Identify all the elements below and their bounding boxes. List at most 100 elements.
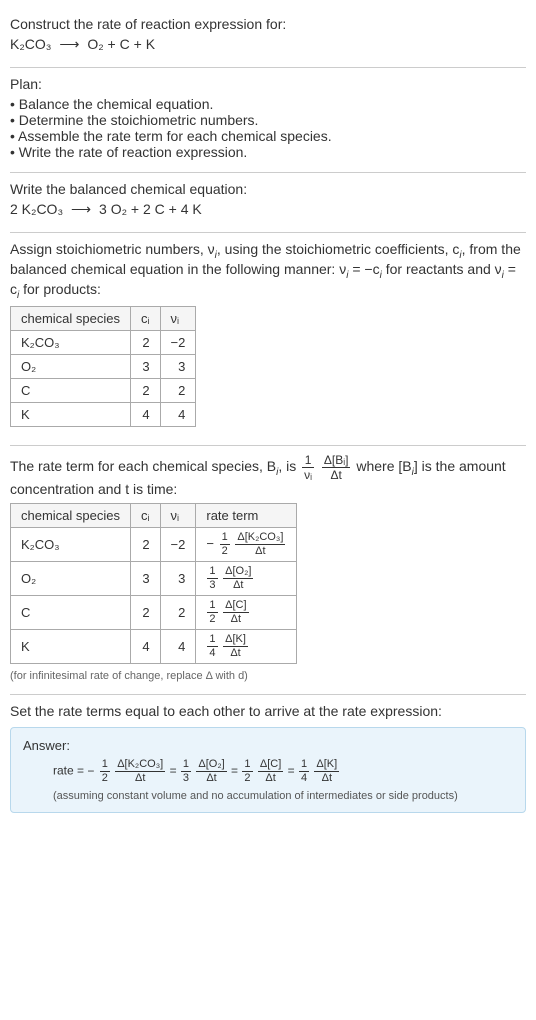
arrow-icon: ⟶ — [71, 201, 91, 218]
cell-c: 2 — [131, 596, 161, 630]
cell-c: 2 — [131, 379, 161, 403]
frac-bot: Δt — [258, 772, 283, 784]
cell-nu: 3 — [160, 562, 196, 596]
frac-top: 1 — [207, 634, 217, 647]
text: The rate term for each chemical species,… — [10, 459, 276, 475]
frac-bot: Δt — [322, 468, 351, 481]
table-row: K 4 4 — [11, 403, 196, 427]
text: Assign stoichiometric numbers, ν — [10, 241, 215, 257]
equals: = — [288, 764, 298, 778]
cell-rate-term: − 12 Δ[K₂CO₃]Δt — [196, 528, 297, 562]
frac-top: 1 — [207, 566, 217, 579]
cell-species: C — [11, 379, 131, 403]
text: where [B — [356, 459, 411, 475]
frac-top: 1 — [302, 454, 314, 468]
cell-species: K — [11, 630, 131, 664]
cell-nu: 2 — [160, 596, 196, 630]
cell-nu: 2 — [160, 379, 196, 403]
col-nu: νᵢ — [160, 504, 196, 528]
plan-step: Determine the stoichiometric numbers. — [10, 112, 526, 128]
col-c: cᵢ — [131, 504, 161, 528]
fraction: 13 — [207, 566, 217, 591]
frac-bot: 2 — [100, 772, 110, 784]
col-c: cᵢ — [131, 307, 161, 331]
fraction: Δ[O₂]Δt — [223, 566, 253, 591]
neg-sign: − — [87, 764, 94, 778]
frac-bot: νᵢ — [302, 468, 314, 481]
text: for reactants and ν — [382, 261, 502, 277]
frac-bot: 2 — [242, 772, 252, 784]
frac-top: 1 — [207, 600, 217, 613]
frac-bot: 3 — [207, 579, 217, 591]
fraction: 13 — [181, 759, 191, 784]
fraction: 12 — [207, 600, 217, 625]
cell-c: 4 — [131, 403, 161, 427]
fraction: 14 — [207, 634, 217, 659]
frac-bot: Δt — [314, 772, 339, 784]
cell-c: 3 — [131, 562, 161, 596]
frac-bot: 4 — [299, 772, 309, 784]
prompt-section: Construct the rate of reaction expressio… — [10, 8, 526, 68]
table-row: O₂ 3 3 13 Δ[O₂]Δt — [11, 562, 297, 596]
frac-top: Δ[K₂CO₃] — [235, 532, 285, 545]
assumption-note: (assuming constant volume and no accumul… — [53, 790, 513, 802]
text: for products: — [19, 281, 101, 297]
cell-species: K₂CO₃ — [11, 528, 131, 562]
cell-nu: −2 — [160, 528, 196, 562]
stoich-text: Assign stoichiometric numbers, νi, using… — [10, 241, 526, 300]
balanced-equation: 2 K₂CO₃ ⟶ 3 O₂ + 2 C + 4 K — [10, 201, 526, 218]
frac-top: Δ[O₂] — [223, 566, 253, 579]
plan-step: Balance the chemical equation. — [10, 96, 526, 112]
frac-top: Δ[K] — [314, 759, 339, 772]
cell-species: K — [11, 403, 131, 427]
frac-top: Δ[O₂] — [196, 759, 226, 772]
rate-expression: rate = − 12 Δ[K₂CO₃]Δt = 13 Δ[O₂]Δt = 12… — [53, 759, 513, 784]
frac-bot: 2 — [220, 545, 230, 557]
cell-nu: 4 — [160, 403, 196, 427]
rate-table: chemical species cᵢ νᵢ rate term K₂CO₃ 2… — [10, 503, 297, 664]
text: , using the stoichiometric coefficients,… — [217, 241, 460, 257]
equals: = — [170, 764, 180, 778]
cell-c: 4 — [131, 630, 161, 664]
table-row: K₂CO₃ 2 −2 — [11, 331, 196, 355]
answer-label: Answer: — [23, 738, 513, 753]
fraction: Δ[O₂]Δt — [196, 759, 226, 784]
frac-top: Δ[Bᵢ] — [322, 454, 351, 468]
balanced-rhs: 3 O₂ + 2 C + 4 K — [99, 201, 202, 217]
cell-nu: −2 — [160, 331, 196, 355]
cell-species: O₂ — [11, 355, 131, 379]
plan-step: Assemble the rate term for each chemical… — [10, 128, 526, 144]
fraction: Δ[K]Δt — [314, 759, 339, 784]
frac-top: Δ[C] — [223, 600, 248, 613]
frac-top: 1 — [220, 532, 230, 545]
frac-top: Δ[C] — [258, 759, 283, 772]
frac-top: Δ[K] — [223, 634, 248, 647]
text: = −c — [348, 261, 379, 277]
fraction: 12 — [220, 532, 230, 557]
fraction: 12 — [100, 759, 110, 784]
frac-bot: Δt — [115, 772, 165, 784]
cell-species: O₂ — [11, 562, 131, 596]
cell-nu: 4 — [160, 630, 196, 664]
frac-top: 1 — [299, 759, 309, 772]
cell-rate-term: 12 Δ[C]Δt — [196, 596, 297, 630]
table-header-row: chemical species cᵢ νᵢ — [11, 307, 196, 331]
cell-species: K₂CO₃ — [11, 331, 131, 355]
table-row: O₂ 3 3 — [11, 355, 196, 379]
fraction: Δ[Bᵢ]Δt — [322, 454, 351, 481]
frac-top: Δ[K₂CO₃] — [115, 759, 165, 772]
balanced-title: Write the balanced chemical equation: — [10, 181, 526, 197]
col-species: chemical species — [11, 307, 131, 331]
fraction: Δ[C]Δt — [258, 759, 283, 784]
final-section: Set the rate terms equal to each other t… — [10, 695, 526, 825]
unbalanced-equation: K₂CO₃ ⟶ O₂ + C + K — [10, 36, 526, 53]
table-row: K 4 4 14 Δ[K]Δt — [11, 630, 297, 664]
infinitesimal-note: (for infinitesimal rate of change, repla… — [10, 670, 526, 682]
cell-c: 2 — [131, 331, 161, 355]
cell-rate-term: 13 Δ[O₂]Δt — [196, 562, 297, 596]
rate-term-section: The rate term for each chemical species,… — [10, 446, 526, 695]
frac-bot: Δt — [223, 613, 248, 625]
text: , is — [278, 459, 300, 475]
fraction: Δ[K]Δt — [223, 634, 248, 659]
frac-bot: 3 — [181, 772, 191, 784]
